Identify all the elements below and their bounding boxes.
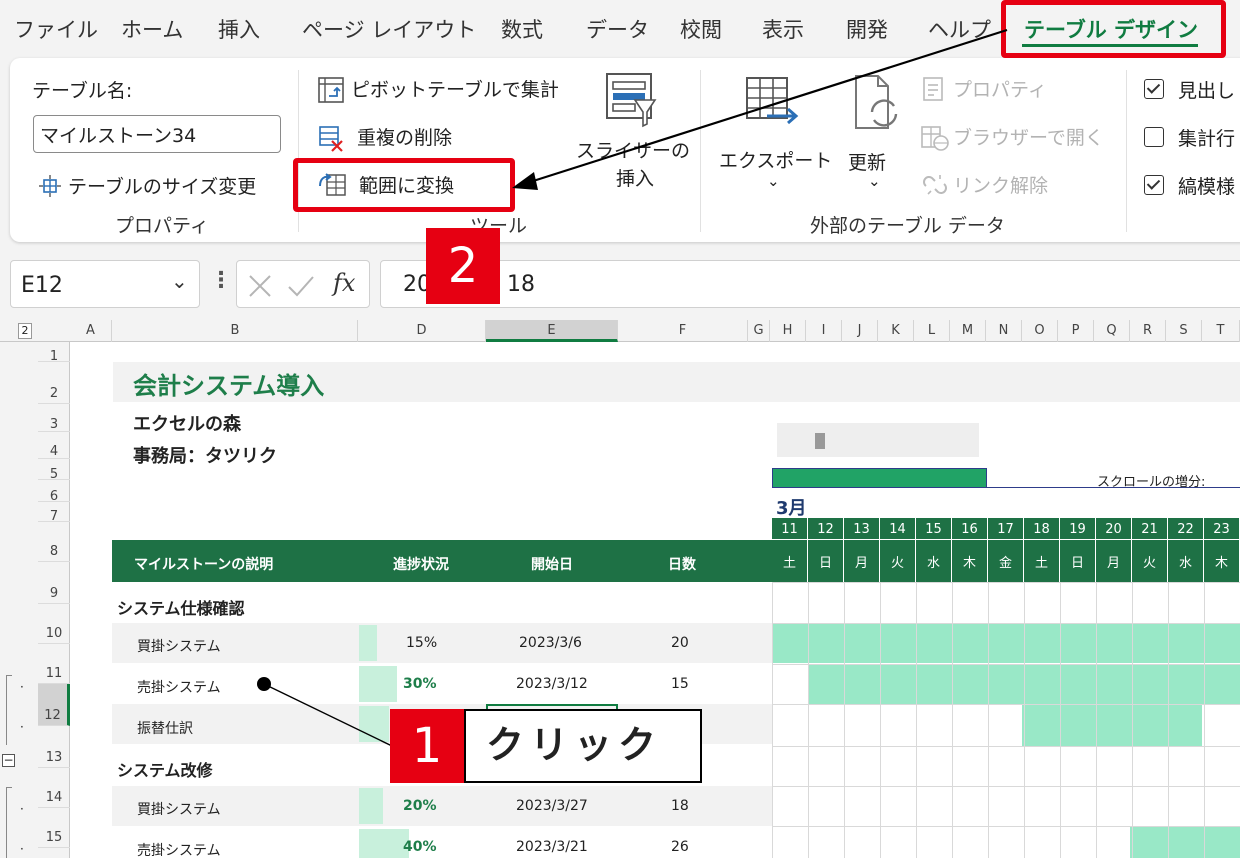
step-2-badge: 2 bbox=[426, 228, 500, 304]
outline-level-2-button[interactable]: 2 bbox=[18, 323, 32, 339]
step-1-badge: 1 bbox=[390, 709, 464, 783]
pointer-dot-step1 bbox=[257, 677, 271, 691]
arrow-head-step2 bbox=[512, 172, 538, 190]
arrow-line-step2 bbox=[529, 28, 1008, 184]
step-1-callout: クリック bbox=[464, 709, 702, 783]
pointer-line-step1 bbox=[263, 683, 393, 747]
